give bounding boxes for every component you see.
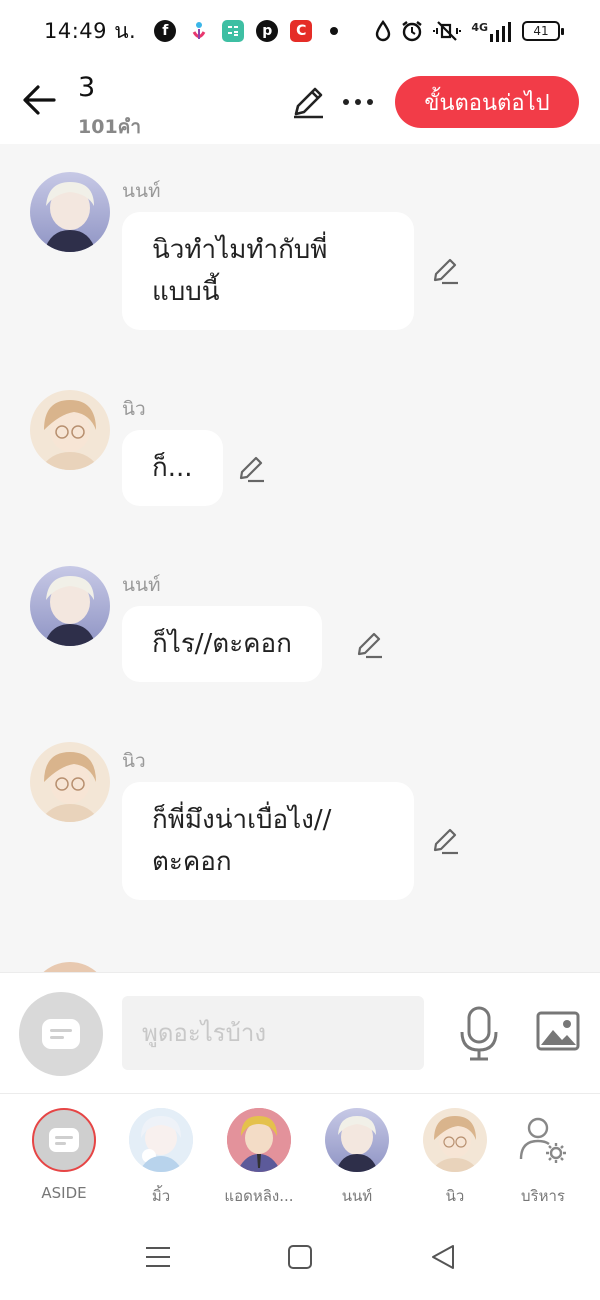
message-bubble[interactable]: ก็ไร//ตะคอก <box>122 606 322 682</box>
alarm-icon <box>402 21 423 42</box>
edit-message-button[interactable] <box>430 826 460 856</box>
pencil-icon <box>433 258 458 285</box>
pencil-icon <box>357 632 382 659</box>
message-input[interactable] <box>122 996 424 1070</box>
user-settings-icon <box>519 1117 566 1163</box>
character-name: มิ้ว <box>151 1187 171 1205</box>
edit-message-button[interactable] <box>354 630 384 660</box>
avatar[interactable] <box>30 566 110 646</box>
sender-name: นนท์ <box>122 180 161 202</box>
character-name: นิว <box>445 1187 465 1205</box>
avatar <box>129 1108 193 1172</box>
message-line: ตะคอก <box>152 847 232 877</box>
speech-bubble-icon <box>42 1019 80 1049</box>
pencil-icon <box>433 828 458 855</box>
mute-vibrate-icon <box>433 21 462 41</box>
chat-area[interactable]: นนท์ นิวทำไมทำกับพี่ แบบนี้ นิว ก็... นน… <box>0 144 600 972</box>
message-bubble[interactable]: ก็พี่มึงน่าเบื่อไง// ตะคอก <box>122 782 414 900</box>
pencil-icon <box>294 87 323 119</box>
character-item[interactable]: แอดหลิง... <box>211 1108 307 1208</box>
more-notifications-dot <box>330 27 339 35</box>
back-button[interactable] <box>22 82 58 118</box>
status-time: 14:49 น. <box>44 18 137 43</box>
pinterest-icon: p <box>256 20 279 42</box>
microphone-icon <box>460 1006 498 1061</box>
sender-name: นิว <box>122 398 146 420</box>
next-step-button[interactable]: ขั้นตอนต่อไป <box>395 76 579 128</box>
voice-input-button[interactable] <box>458 1006 500 1062</box>
notification-icons: f p C <box>154 20 339 42</box>
more-horizontal-icon <box>343 99 373 105</box>
avatar <box>227 1108 291 1172</box>
status-indicators: 4G 41 <box>375 20 564 42</box>
chapter-title: 3 <box>78 72 96 103</box>
manage-icon-wrapper <box>511 1108 575 1172</box>
system-navigation-bar <box>0 1212 600 1300</box>
character-item[interactable]: มิ้ว <box>113 1108 209 1208</box>
avatar <box>325 1108 389 1172</box>
edit-chapter-button[interactable] <box>290 84 326 120</box>
network-type: 4G <box>471 20 488 34</box>
character-name: แอดหลิง... <box>224 1187 294 1205</box>
system-back-button[interactable] <box>428 1242 458 1272</box>
message-line: ก็พี่มึงน่าเบื่อไง// <box>152 805 332 835</box>
avatar[interactable] <box>30 962 110 972</box>
signal-icon: 4G <box>471 21 512 42</box>
message-input-bar <box>0 972 600 1094</box>
character-name: นนท์ <box>341 1187 373 1205</box>
avatar <box>32 1108 96 1172</box>
sender-name: นนท์ <box>122 574 161 596</box>
avatar[interactable] <box>30 390 110 470</box>
edit-message-button[interactable] <box>236 454 266 484</box>
speech-bubble-icon <box>49 1128 79 1152</box>
character-item[interactable]: นนท์ <box>309 1108 405 1208</box>
triangle-back-icon <box>432 1245 454 1269</box>
battery-level: 41 <box>533 24 549 38</box>
arrow-left-icon <box>23 85 56 115</box>
c-app-icon: C <box>290 20 313 42</box>
avatar <box>423 1108 487 1172</box>
more-options-button[interactable] <box>340 84 376 120</box>
facebook-icon: f <box>154 20 177 42</box>
character-aside[interactable]: ASIDE <box>16 1108 112 1202</box>
manage-characters[interactable]: บริหาร <box>495 1108 591 1208</box>
square-icon <box>288 1245 312 1269</box>
message-line: ก็... <box>152 453 193 483</box>
battery-icon: 41 <box>522 21 564 41</box>
character-item[interactable]: นิว <box>407 1108 503 1208</box>
message-line: นิวทำไมทำกับพี่ <box>152 235 328 265</box>
image-upload-button[interactable] <box>536 1011 580 1051</box>
pencil-icon <box>239 456 264 483</box>
sender-name: นิว <box>122 750 146 772</box>
data-saver-icon <box>376 20 391 42</box>
avatar[interactable] <box>30 742 110 822</box>
character-name: บริหาร <box>521 1187 565 1205</box>
character-selector: ASIDE มิ้ว แอดหลิง... นนท์ นิว บริหาร <box>0 1094 600 1212</box>
message-bubble[interactable]: นิวทำไมทำกับพี่ แบบนี้ <box>122 212 414 330</box>
image-icon <box>536 1011 580 1051</box>
message-line: แบบนี้ <box>152 277 220 307</box>
tinder-icon <box>188 20 211 42</box>
edit-message-button[interactable] <box>430 256 460 286</box>
message-bubble[interactable]: ก็... <box>122 430 223 506</box>
aside-toggle-button[interactable] <box>19 992 103 1076</box>
recent-apps-button[interactable] <box>143 1242 173 1272</box>
message-line: ก็ไร//ตะคอก <box>152 629 292 659</box>
home-button[interactable] <box>285 1242 315 1272</box>
avatar[interactable] <box>30 172 110 252</box>
word-count: 101คำ <box>78 116 142 138</box>
calculator-app-icon <box>222 20 245 42</box>
chapter-header: 3 101คำ ขั้นตอนต่อไป <box>0 62 600 144</box>
character-name: ASIDE <box>41 1184 87 1202</box>
menu-icon <box>146 1247 170 1267</box>
status-bar: 14:49 น. f p C 4G 41 <box>0 0 600 62</box>
